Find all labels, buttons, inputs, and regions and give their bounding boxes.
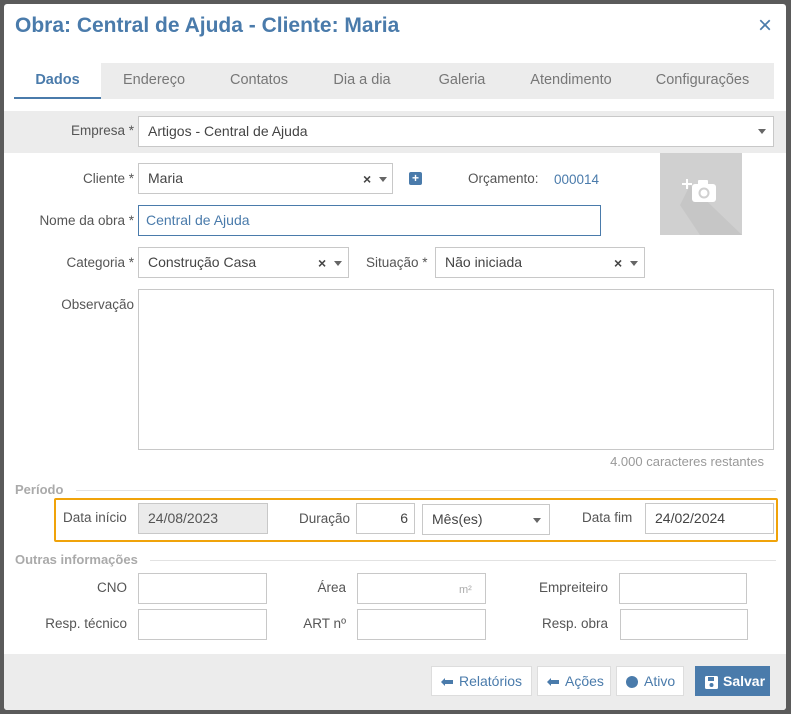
resp-tecnico-input[interactable] <box>138 609 267 640</box>
dialog-footer: Relatórios Ações Ativo Salvar <box>4 654 786 710</box>
salvar-label: Salvar <box>723 673 766 689</box>
duracao-unit-select[interactable]: Mês(es) <box>422 504 550 535</box>
art-label: ART nº <box>303 616 346 631</box>
data-inicio-input: 24/08/2023 <box>138 503 268 534</box>
cno-input[interactable] <box>138 573 267 604</box>
duracao-value: 6 <box>400 510 408 526</box>
tab-endereco[interactable]: Endereço <box>101 63 207 99</box>
duracao-label: Duração <box>299 511 351 526</box>
cliente-value: Maria <box>148 170 184 186</box>
empresa-label: Empresa * <box>70 123 134 138</box>
save-icon <box>705 676 718 689</box>
categoria-value: Construção Casa <box>148 254 257 270</box>
cliente-select[interactable]: Maria <box>138 163 393 194</box>
periodo-divider <box>76 490 776 491</box>
nome-obra-input[interactable]: Central de Ajuda <box>138 205 601 236</box>
empresa-chevron-down-icon[interactable] <box>758 129 766 134</box>
close-icon[interactable]: × <box>758 14 772 38</box>
cliente-chevron-down-icon[interactable] <box>379 177 387 182</box>
tab-dia-a-dia[interactable]: Dia a dia <box>311 63 413 99</box>
outras-section-title: Outras informações <box>15 552 138 567</box>
situacao-chevron-down-icon[interactable] <box>630 261 638 266</box>
dialog-title: Obra: Central de Ajuda - Cliente: Maria <box>15 14 400 37</box>
data-inicio-value: 24/08/2023 <box>148 510 219 526</box>
tab-atendimento[interactable]: Atendimento <box>511 63 631 99</box>
tab-dados[interactable]: Dados <box>14 63 101 99</box>
cno-label: CNO <box>97 580 127 595</box>
orcamento-label: Orçamento: <box>468 171 539 186</box>
nome-obra-label: Nome da obra * <box>39 213 134 228</box>
tab-bar: Dados Endereço Contatos Dia a dia Galeri… <box>14 63 774 99</box>
empresa-select[interactable]: Artigos - Central de Ajuda <box>138 116 774 147</box>
empreiteiro-label: Empreiteiro <box>538 580 608 595</box>
relatorios-button[interactable]: Relatórios <box>431 666 532 696</box>
arrow-left-icon <box>441 678 453 686</box>
observacao-textarea[interactable] <box>138 289 774 450</box>
categoria-label: Categoria * <box>66 255 134 270</box>
situacao-label: Situação * <box>366 255 428 270</box>
resp-obra-input[interactable] <box>620 609 748 640</box>
empresa-value: Artigos - Central de Ajuda <box>148 123 308 139</box>
ativo-label: Ativo <box>644 673 676 689</box>
add-cliente-icon[interactable]: + <box>409 172 422 185</box>
periodo-section-title: Período <box>15 482 64 497</box>
tab-configuracoes[interactable]: Configurações <box>631 63 774 99</box>
data-fim-input[interactable]: 24/02/2024 <box>645 503 774 534</box>
nome-obra-value: Central de Ajuda <box>146 212 250 228</box>
resp-obra-label: Resp. obra <box>541 616 608 631</box>
art-input[interactable] <box>357 609 486 640</box>
orcamento-link[interactable]: 000014 <box>554 172 599 187</box>
duracao-input[interactable]: 6 <box>356 503 415 534</box>
outras-divider <box>150 560 776 561</box>
ativo-button[interactable]: Ativo <box>616 666 684 696</box>
duracao-unit-value: Mês(es) <box>432 511 483 527</box>
cliente-label: Cliente * <box>82 171 134 186</box>
data-inicio-label: Data início <box>63 510 127 525</box>
acoes-label: Ações <box>565 673 604 689</box>
situacao-clear-icon[interactable]: × <box>614 255 622 271</box>
tab-contatos[interactable]: Contatos <box>207 63 311 99</box>
duracao-unit-chevron-down-icon[interactable] <box>533 518 541 523</box>
tab-galeria[interactable]: Galeria <box>413 63 511 99</box>
categoria-clear-icon[interactable]: × <box>318 255 326 271</box>
data-fim-value: 24/02/2024 <box>655 510 726 526</box>
categoria-chevron-down-icon[interactable] <box>334 261 342 266</box>
obra-dialog: Obra: Central de Ajuda - Cliente: Maria … <box>4 4 786 710</box>
cliente-clear-icon[interactable]: × <box>363 171 371 187</box>
acoes-button[interactable]: Ações <box>537 666 611 696</box>
area-unit: m² <box>459 584 472 596</box>
empreiteiro-input[interactable] <box>619 573 747 604</box>
arrow-left-icon <box>547 678 559 686</box>
observacao-label: Observação <box>61 297 134 312</box>
situacao-value: Não iniciada <box>445 254 523 270</box>
status-dot-icon <box>626 676 638 688</box>
add-photo-icon <box>680 179 742 235</box>
data-fim-label: Data fim <box>582 510 633 525</box>
photo-upload[interactable] <box>660 153 742 235</box>
area-label: Área <box>317 580 346 595</box>
salvar-button[interactable]: Salvar <box>695 666 770 696</box>
resp-tecnico-label: Resp. técnico <box>45 616 127 631</box>
relatorios-label: Relatórios <box>459 673 523 689</box>
observacao-counter: 4.000 caracteres restantes <box>610 454 764 469</box>
